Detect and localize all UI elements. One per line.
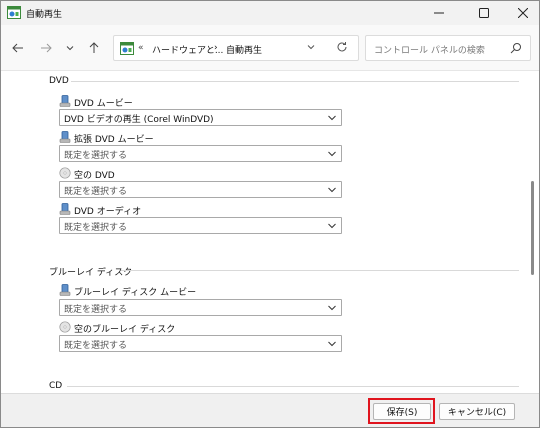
- back-button[interactable]: [9, 39, 27, 57]
- cancel-button[interactable]: キャンセル(C): [439, 403, 515, 420]
- chevron-down-icon: [328, 341, 336, 347]
- address-dropdown-button[interactable]: [306, 42, 316, 55]
- breadcrumb-autoplay[interactable]: 自動再生: [226, 43, 262, 56]
- select-value: 既定を選択する: [64, 187, 128, 197]
- item-label-dvd-movie: DVD ムービー: [74, 99, 133, 109]
- address-bar[interactable]: « ハードウェアと... › 自動再生: [113, 35, 359, 61]
- search-box[interactable]: コントロール パネルの検索: [365, 35, 531, 61]
- select-value: 既定を選択する: [64, 305, 128, 315]
- close-icon: [518, 8, 528, 18]
- chevron-down-icon: [328, 223, 336, 229]
- item-label-dvd-audio: DVD オーディオ: [74, 207, 142, 217]
- autoplay-app-icon: [7, 6, 21, 19]
- search-input[interactable]: コントロール パネルの検索: [374, 43, 485, 56]
- item-label-bluray-movie: ブルーレイ ディスク ムービー: [74, 288, 197, 298]
- breadcrumb-hardware[interactable]: ハードウェアと...: [152, 43, 223, 56]
- select-blank-dvd[interactable]: 既定を選択する: [59, 181, 342, 198]
- close-button[interactable]: [503, 1, 539, 25]
- scrollbar-thumb[interactable]: [531, 181, 534, 275]
- recent-locations-button[interactable]: [61, 39, 79, 57]
- refresh-button[interactable]: [336, 41, 348, 56]
- arrow-right-icon: [41, 43, 52, 53]
- search-button[interactable]: [510, 42, 522, 57]
- chevron-down-icon: [328, 187, 336, 193]
- select-dvd-audio[interactable]: 既定を選択する: [59, 217, 342, 234]
- section-label-dvd: DVD: [49, 76, 69, 86]
- maximize-icon: [479, 8, 489, 18]
- save-button-highlight: [368, 398, 435, 424]
- address-overflow[interactable]: «: [138, 43, 144, 53]
- item-label-enhanced-dvd: 拡張 DVD ムービー: [74, 135, 154, 145]
- maximize-button[interactable]: [464, 1, 504, 25]
- dialog-footer: 保存(S) キャンセル(C): [1, 393, 539, 427]
- select-value: 既定を選択する: [64, 223, 128, 233]
- item-label-blank-dvd: 空の DVD: [74, 171, 115, 181]
- bluray-movie-icon: [59, 284, 71, 296]
- section-divider: [67, 386, 519, 387]
- select-value: DVD ビデオの再生 (Corel WinDVD): [64, 115, 214, 125]
- autoplay-window: 自動再生 « ハードウェアと... › 自動再生 コントロール パネルの検索 D…: [0, 0, 540, 428]
- control-panel-icon: [120, 42, 134, 55]
- arrow-left-icon: [12, 43, 23, 53]
- section-label-bluray: ブルーレイ ディスク: [49, 268, 133, 278]
- navigation-bar: « ハードウェアと... › 自動再生 コントロール パネルの検索: [1, 25, 539, 71]
- chevron-down-icon: [328, 115, 336, 121]
- select-blank-bluray[interactable]: 既定を選択する: [59, 335, 342, 352]
- autoplay-settings-list[interactable]: DVD DVD ムービー DVD ビデオの再生 (Corel WinDVD) 拡…: [1, 71, 539, 393]
- arrow-up-icon: [89, 42, 99, 53]
- select-enhanced-dvd[interactable]: 既定を選択する: [59, 145, 342, 162]
- minimize-icon: [434, 12, 444, 14]
- item-label-blank-bluray: 空のブルーレイ ディスク: [74, 325, 176, 335]
- title-bar: 自動再生: [1, 1, 539, 25]
- chevron-down-icon: [328, 305, 336, 311]
- up-button[interactable]: [85, 39, 103, 57]
- section-divider: [121, 270, 519, 271]
- chevron-down-icon: [328, 151, 336, 157]
- refresh-icon: [337, 42, 347, 52]
- window-title: 自動再生: [26, 10, 63, 20]
- select-value: 既定を選択する: [64, 341, 128, 351]
- select-value: 既定を選択する: [64, 151, 128, 161]
- breadcrumb-separator[interactable]: ›: [214, 43, 218, 53]
- dvd-audio-icon: [59, 203, 71, 215]
- chevron-down-icon: [66, 46, 74, 51]
- minimize-button[interactable]: [419, 1, 459, 25]
- section-divider: [71, 81, 519, 82]
- blank-disc-icon: [59, 167, 71, 179]
- forward-button[interactable]: [37, 39, 55, 57]
- enhanced-dvd-icon: [59, 131, 71, 143]
- dvd-movie-icon: [59, 95, 71, 107]
- select-bluray-movie[interactable]: 既定を選択する: [59, 299, 342, 316]
- blank-disc-icon: [59, 321, 71, 333]
- chevron-down-icon: [307, 45, 315, 50]
- search-icon: [510, 43, 521, 54]
- section-label-cd: CD: [49, 381, 63, 391]
- select-dvd-movie[interactable]: DVD ビデオの再生 (Corel WinDVD): [59, 109, 342, 126]
